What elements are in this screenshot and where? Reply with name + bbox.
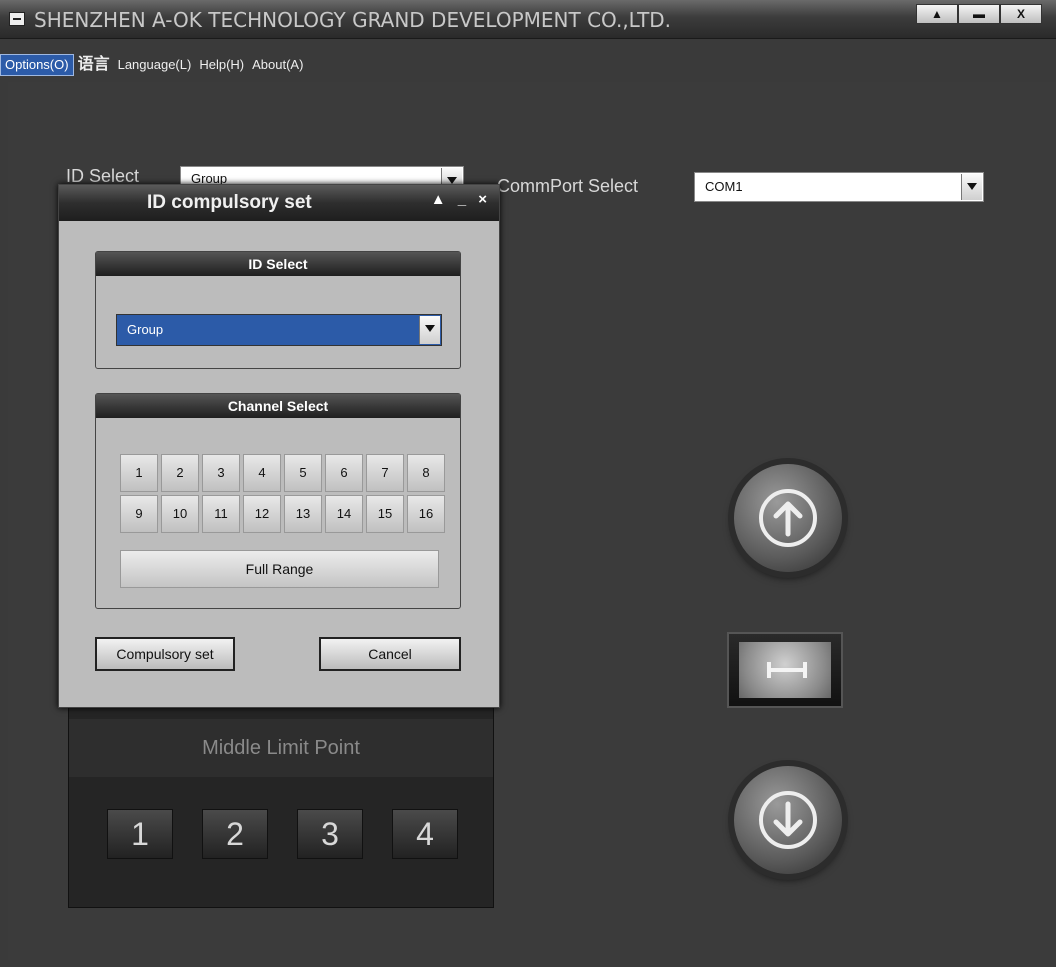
stop-icon	[739, 642, 831, 698]
window-menu-icon[interactable]	[9, 12, 25, 26]
limit-point-3-button[interactable]: 3	[297, 809, 363, 859]
commport-select-value: COM1	[705, 179, 743, 194]
id-compulsory-set-dialog: ID compulsory set ▲ _ × ID Select Group …	[58, 184, 500, 708]
channel-8-button[interactable]: 8	[407, 454, 445, 492]
restore-button[interactable]: ▲	[916, 4, 958, 24]
menu-help[interactable]: Help(H)	[195, 55, 248, 75]
title-bar: SHENZHEN A-OK TECHNOLOGY GRAND DEVELOPME…	[0, 0, 1056, 39]
channel-14-button[interactable]: 14	[325, 495, 363, 533]
channel-3-button[interactable]: 3	[202, 454, 240, 492]
window-title: SHENZHEN A-OK TECHNOLOGY GRAND DEVELOPME…	[34, 8, 672, 32]
channel-15-button[interactable]: 15	[366, 495, 404, 533]
stop-button[interactable]	[727, 632, 843, 708]
dialog-id-select-value: Group	[127, 322, 164, 337]
close-button[interactable]: X	[1000, 4, 1042, 24]
up-button[interactable]	[734, 464, 842, 572]
dialog-controls[interactable]: ▲ _ ×	[431, 191, 491, 208]
menu-language[interactable]: Language(L)	[114, 55, 196, 75]
menu-about[interactable]: About(A)	[248, 55, 307, 75]
channel-9-button[interactable]: 9	[120, 495, 158, 533]
channel-16-button[interactable]: 16	[407, 495, 445, 533]
channel-11-button[interactable]: 11	[202, 495, 240, 533]
channel-10-button[interactable]: 10	[161, 495, 199, 533]
down-arrow-icon	[759, 791, 817, 849]
menu-chinese-language[interactable]: 语言	[74, 55, 114, 75]
channel-12-button[interactable]: 12	[243, 495, 281, 533]
channel-select-group-title: Channel Select	[96, 394, 460, 418]
id-select-group: ID Select Group	[95, 251, 461, 369]
dialog-id-select-combo[interactable]: Group	[116, 314, 442, 346]
dialog-title: ID compulsory set	[147, 192, 312, 213]
channel-grid: 1 2 3 4 5 6 7 8 9 10 11 12 13 14 15 16	[120, 454, 445, 533]
commport-select-combo[interactable]: COM1	[694, 172, 984, 202]
channel-1-button[interactable]: 1	[120, 454, 158, 492]
limit-point-2-button[interactable]: 2	[202, 809, 268, 859]
channel-13-button[interactable]: 13	[284, 495, 322, 533]
channel-7-button[interactable]: 7	[366, 454, 404, 492]
menu-options[interactable]: Options(O)	[0, 54, 74, 76]
compulsory-set-button[interactable]: Compulsory set	[95, 637, 235, 671]
commport-select-label: CommPort Select	[497, 176, 639, 196]
id-select-group-title: ID Select	[96, 252, 460, 276]
channel-5-button[interactable]: 5	[284, 454, 322, 492]
channel-4-button[interactable]: 4	[243, 454, 281, 492]
cancel-button[interactable]: Cancel	[319, 637, 461, 671]
window-controls: ▲ ▬ X	[916, 4, 1042, 24]
channel-select-group: Channel Select 1 2 3 4 5 6 7 8 9 10 11 1…	[95, 393, 461, 609]
limit-point-4-button[interactable]: 4	[392, 809, 458, 859]
channel-6-button[interactable]: 6	[325, 454, 363, 492]
middle-limit-panel: Middle Limit Point 1 2 3 4	[68, 696, 494, 908]
minimize-button[interactable]: ▬	[958, 4, 1000, 24]
dropdown-arrow-icon[interactable]	[961, 174, 982, 200]
dialog-title-bar: ID compulsory set ▲ _ ×	[59, 185, 499, 221]
limit-point-1-button[interactable]: 1	[107, 809, 173, 859]
up-arrow-icon	[759, 489, 817, 547]
menu-bar: Options(O) 语言 Language(L) Help(H) About(…	[0, 54, 1056, 76]
down-button[interactable]	[734, 766, 842, 874]
channel-2-button[interactable]: 2	[161, 454, 199, 492]
middle-limit-title: Middle Limit Point	[69, 719, 493, 777]
full-range-button[interactable]: Full Range	[120, 550, 439, 588]
dropdown-arrow-icon[interactable]	[419, 316, 440, 344]
